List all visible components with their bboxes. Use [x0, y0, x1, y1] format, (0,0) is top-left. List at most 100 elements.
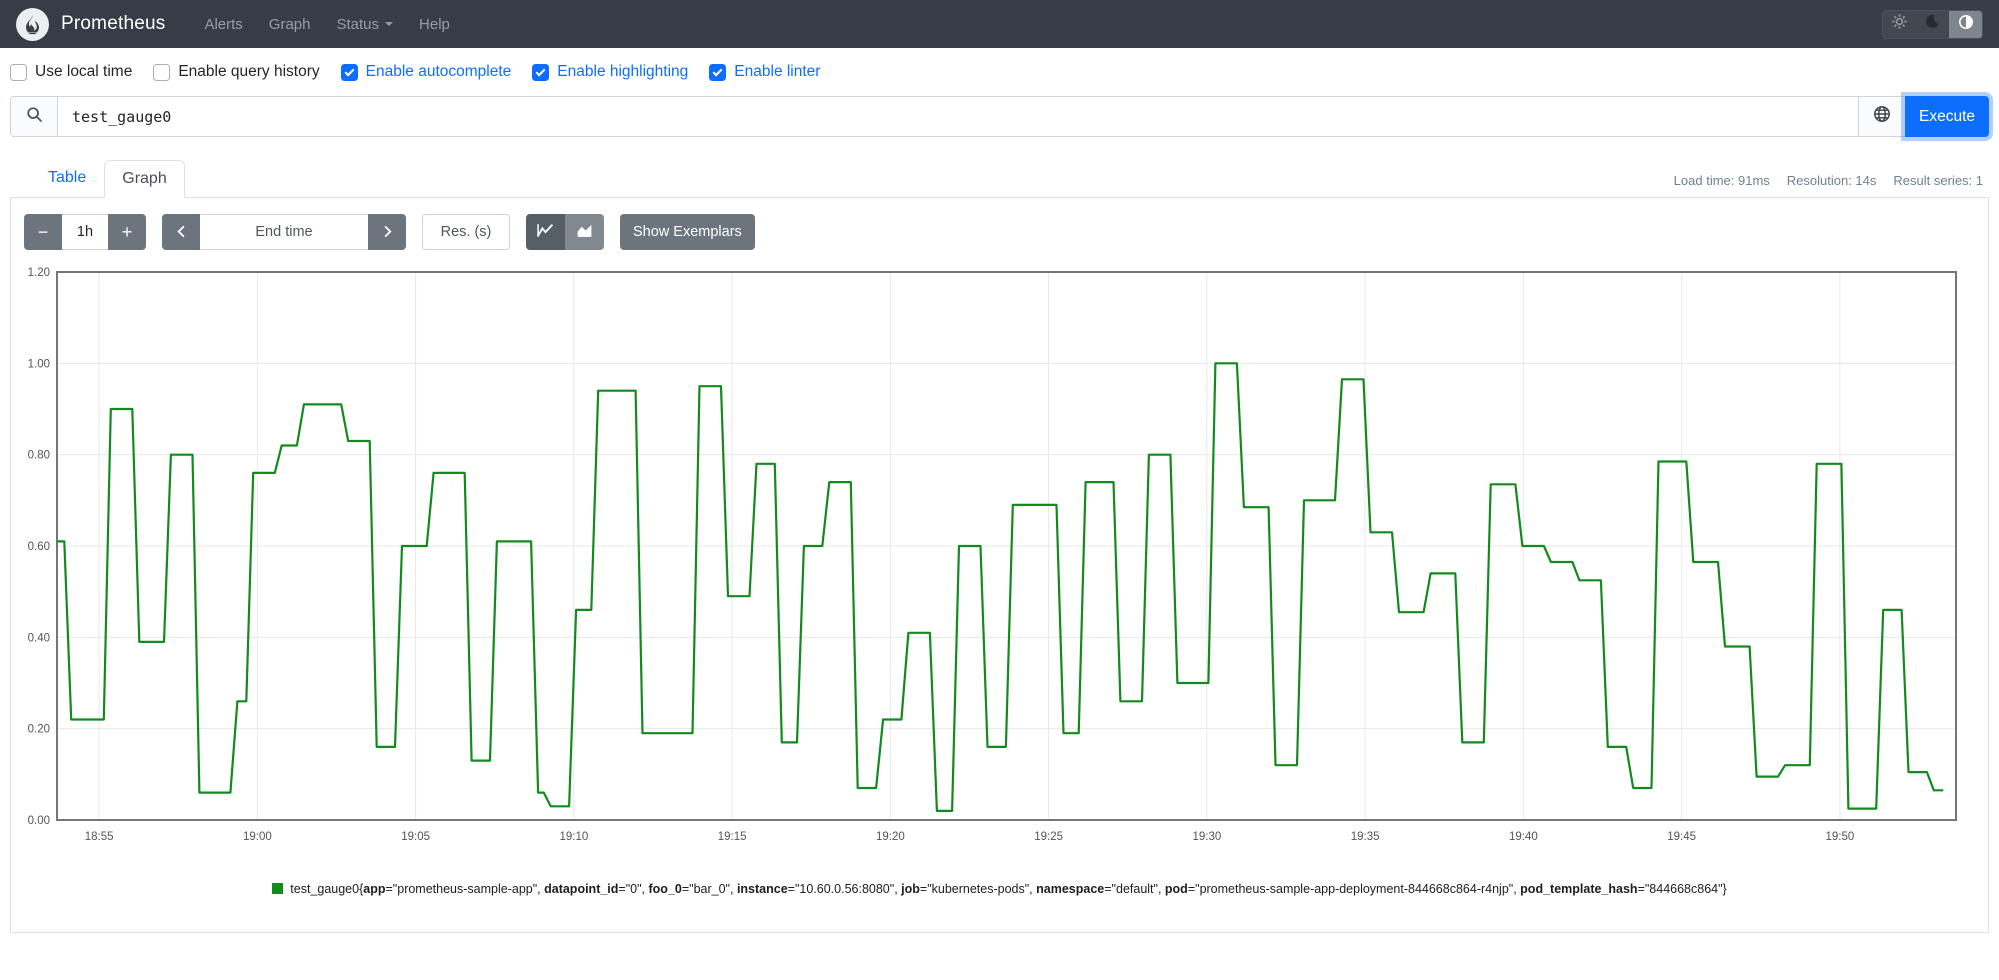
result-tabs: Table Graph Load time: 91ms Resolution: 1…	[10, 157, 1989, 198]
metric-chart[interactable]: 0.00 0.20 0.40 0.60 0.80 1.00 1.20 18:55 19:00 19…	[21, 264, 1973, 856]
expression-input[interactable]	[58, 97, 1858, 136]
stacked-chart-toggle-button[interactable]	[565, 214, 604, 250]
stat-load-time: Load time: 91ms	[1673, 173, 1770, 188]
stacked-chart-icon	[576, 223, 593, 241]
chevron-right-icon	[381, 222, 394, 243]
query-input-group	[10, 96, 1905, 137]
nav-link-graph[interactable]: Graph	[269, 16, 311, 33]
query-options-bar: Use local time Enable query history Enable…	[0, 48, 1999, 94]
legend-label-name: app	[363, 882, 386, 896]
series-line	[57, 362, 1944, 813]
series-legend[interactable]: test_gauge0{app="prometheus-sample-app",…	[11, 882, 1988, 896]
checkmark-icon	[535, 66, 546, 76]
resolution-control	[422, 214, 510, 250]
checkmark-icon	[712, 66, 723, 76]
svg-text:19:25: 19:25	[1034, 831, 1063, 843]
tab-table[interactable]: Table	[30, 159, 104, 197]
legend-text: test_gauge0{	[290, 882, 364, 896]
svg-text:18:55: 18:55	[85, 831, 114, 843]
legend-label-name: foo_0	[648, 882, 682, 896]
legend-label-name: datapoint_id	[544, 882, 619, 896]
legend-text: ="10.60.0.56:8080",	[787, 882, 902, 896]
query-stats: Load time: 91ms Resolution: 14s Result ser…	[1657, 173, 1983, 188]
option-enable-query-history[interactable]: Enable query history	[153, 63, 320, 81]
legend-label-name: pod	[1164, 882, 1188, 896]
chart-type-toggle	[526, 214, 604, 250]
svg-text:1.00: 1.00	[28, 358, 50, 370]
option-label: Use local time	[35, 63, 133, 80]
globe-icon[interactable]	[1873, 105, 1891, 128]
time-back-button[interactable]	[162, 214, 200, 250]
range-decrease-button[interactable]: −	[24, 214, 62, 250]
theme-switcher	[1882, 9, 1983, 39]
nav-link-alerts[interactable]: Alerts	[204, 16, 242, 33]
end-time-control	[162, 214, 406, 250]
legend-text: ="prometheus-sample-app-deployment-84466…	[1187, 882, 1521, 896]
legend-text: ="kubernetes-pods",	[919, 882, 1037, 896]
svg-text:19:20: 19:20	[876, 831, 905, 843]
checkbox-unchecked-icon[interactable]	[10, 63, 27, 81]
svg-text:19:45: 19:45	[1667, 831, 1696, 843]
chevron-left-icon	[175, 222, 188, 243]
legend-swatch-icon	[272, 883, 284, 894]
svg-text:0.60: 0.60	[28, 541, 50, 553]
auto-theme-button[interactable]	[1949, 10, 1982, 38]
navbar: Prometheus Alerts Graph Status Help	[0, 0, 1999, 48]
legend-text: ="0",	[618, 882, 649, 896]
checkbox-checked-icon[interactable]	[709, 63, 727, 81]
svg-text:19:40: 19:40	[1509, 831, 1538, 843]
prometheus-logo-icon[interactable]	[16, 7, 49, 41]
range-input[interactable]	[62, 214, 108, 250]
moon-icon	[1925, 14, 1940, 34]
query-bar: Execute	[10, 96, 1989, 137]
nav-link-status[interactable]: Status	[337, 16, 394, 33]
show-exemplars-button[interactable]: Show Exemplars	[620, 214, 755, 250]
option-label: Enable highlighting	[557, 63, 689, 80]
svg-text:19:05: 19:05	[401, 831, 430, 843]
legend-label-name: pod_template_hash	[1520, 882, 1638, 896]
tab-graph[interactable]: Graph	[104, 160, 185, 198]
line-chart-icon	[537, 223, 554, 241]
search-icon	[26, 106, 43, 128]
app-title[interactable]: Prometheus	[61, 13, 165, 35]
svg-text:19:30: 19:30	[1192, 831, 1221, 843]
execute-button[interactable]: Execute	[1905, 96, 1989, 137]
svg-text:0.00: 0.00	[28, 815, 50, 827]
range-control: − +	[24, 214, 146, 250]
legend-text: ="prometheus-sample-app",	[385, 882, 545, 896]
dropdown-caret-icon	[385, 22, 394, 26]
search-addon	[11, 97, 58, 136]
dark-theme-button[interactable]	[1916, 10, 1949, 38]
metrics-explorer-addon	[1858, 97, 1905, 136]
svg-text:0.80: 0.80	[28, 450, 50, 462]
end-time-input[interactable]	[200, 214, 368, 250]
option-label: Enable linter	[734, 63, 821, 80]
svg-text:19:35: 19:35	[1351, 831, 1380, 843]
option-enable-highlighting[interactable]: Enable highlighting	[532, 63, 688, 81]
gear-icon	[1891, 13, 1908, 35]
svg-text:19:15: 19:15	[718, 831, 747, 843]
legend-text: ="bar_0",	[681, 882, 737, 896]
range-increase-button[interactable]: +	[108, 214, 146, 250]
legend-text: ="844668c864"}	[1637, 882, 1727, 896]
resolution-input[interactable]	[422, 214, 510, 250]
legend-label-name: job	[901, 882, 920, 896]
checkbox-unchecked-icon[interactable]	[153, 63, 171, 81]
legend-text: ="default",	[1104, 882, 1165, 896]
option-use-local-time[interactable]: Use local time	[10, 63, 132, 81]
nav-link-help[interactable]: Help	[419, 16, 450, 33]
checkmark-icon	[344, 66, 355, 76]
time-forward-button[interactable]	[368, 214, 406, 250]
option-enable-linter[interactable]: Enable linter	[709, 63, 820, 81]
option-label: Enable query history	[178, 63, 320, 80]
checkbox-checked-icon[interactable]	[532, 63, 550, 81]
line-chart-toggle-button[interactable]	[526, 214, 565, 250]
svg-text:19:00: 19:00	[243, 831, 272, 843]
svg-text:0.40: 0.40	[28, 632, 50, 644]
stat-result-series: Result series: 1	[1893, 173, 1983, 188]
svg-text:19:10: 19:10	[559, 831, 588, 843]
checkbox-checked-icon[interactable]	[340, 63, 358, 81]
option-enable-autocomplete[interactable]: Enable autocomplete	[340, 63, 511, 81]
settings-gear-button[interactable]	[1883, 10, 1916, 38]
contrast-icon	[1958, 14, 1974, 35]
